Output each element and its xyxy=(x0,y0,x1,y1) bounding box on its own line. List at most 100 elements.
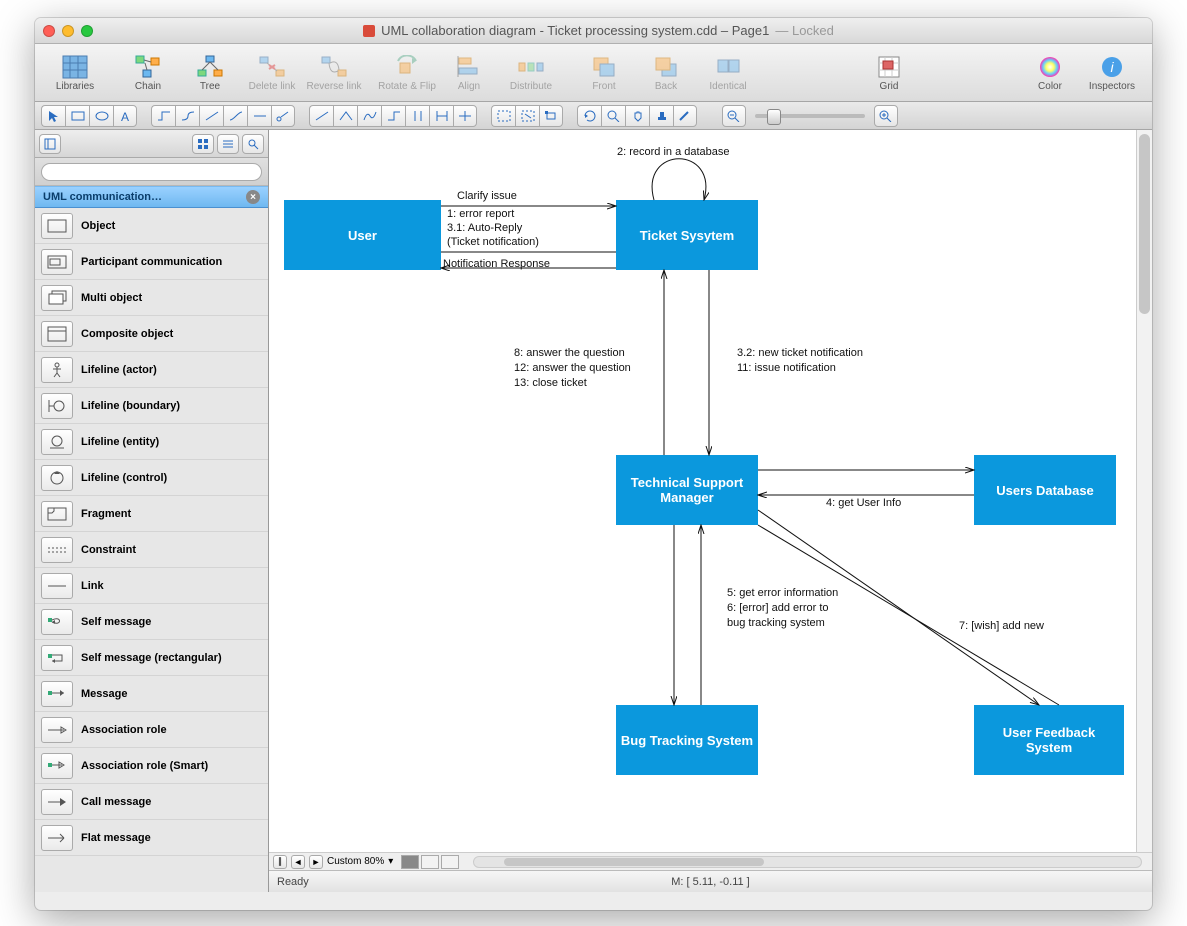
search-input[interactable] xyxy=(41,163,262,181)
sb-tab-1[interactable] xyxy=(39,134,61,154)
zoom-slider[interactable] xyxy=(755,114,865,118)
close-library-icon[interactable]: × xyxy=(246,190,260,204)
tb-tree[interactable]: Tree xyxy=(180,53,240,92)
library-item[interactable]: Lifeline (boundary) xyxy=(35,388,268,424)
sb-tab-grid[interactable] xyxy=(192,134,214,154)
conn-6[interactable] xyxy=(271,105,295,127)
tb-align[interactable]: Align xyxy=(439,53,499,92)
grid-icon xyxy=(61,53,89,81)
library-item[interactable]: Message xyxy=(35,676,268,712)
pointer-tool[interactable] xyxy=(41,105,65,127)
library-thumb xyxy=(41,357,73,383)
library-item[interactable]: Multi object xyxy=(35,280,268,316)
tb-back[interactable]: Back xyxy=(636,53,696,92)
library-item[interactable]: Call message xyxy=(35,784,268,820)
page-tab-2[interactable] xyxy=(421,855,439,869)
page-tab-3[interactable] xyxy=(441,855,459,869)
library-item[interactable]: Participant communication xyxy=(35,244,268,280)
node-bug[interactable]: Bug Tracking System xyxy=(616,705,758,775)
line-2[interactable] xyxy=(333,105,357,127)
tb-inspectors[interactable]: iInspectors xyxy=(1082,53,1142,92)
bottom-bar: ∥ ◄ ► Custom 80% ▾ xyxy=(269,852,1152,870)
tb-identical[interactable]: Identical xyxy=(698,53,758,92)
zoom-icon[interactable] xyxy=(81,25,93,37)
zoom-tool[interactable] xyxy=(601,105,625,127)
line-5[interactable] xyxy=(405,105,429,127)
reverse-link-icon xyxy=(320,53,348,81)
rect-tool[interactable] xyxy=(65,105,89,127)
library-item[interactable]: Flat message xyxy=(35,820,268,856)
library-thumb xyxy=(41,213,73,239)
page-tabs xyxy=(401,855,459,869)
page-prev[interactable]: ◄ xyxy=(291,855,305,869)
library-item[interactable]: Association role (Smart) xyxy=(35,748,268,784)
library-item[interactable]: Self message xyxy=(35,604,268,640)
library-title-row[interactable]: UML communication… × xyxy=(35,186,268,208)
node-usersdb[interactable]: Users Database xyxy=(974,455,1116,525)
conn-3[interactable] xyxy=(199,105,223,127)
pan-tool[interactable] xyxy=(625,105,649,127)
library-item[interactable]: Self message (rectangular) xyxy=(35,640,268,676)
conn-2[interactable] xyxy=(175,105,199,127)
page-tab-1[interactable] xyxy=(401,855,419,869)
text-tool[interactable]: A xyxy=(113,105,137,127)
page-pause[interactable]: ∥ xyxy=(273,855,287,869)
library-item[interactable]: Lifeline (entity) xyxy=(35,424,268,460)
line-3[interactable] xyxy=(357,105,381,127)
stamp-tool[interactable] xyxy=(649,105,673,127)
tb-reverselink[interactable]: Reverse link xyxy=(304,53,364,92)
library-item[interactable]: Lifeline (control) xyxy=(35,460,268,496)
tb-distribute[interactable]: Distribute xyxy=(501,53,561,92)
close-icon[interactable] xyxy=(43,25,55,37)
canvas[interactable]: User Ticket Sysytem Technical Support Ma… xyxy=(269,130,1136,852)
library-item-label: Lifeline (actor) xyxy=(81,364,157,376)
tb-grid[interactable]: Grid xyxy=(859,53,919,92)
node-tsm[interactable]: Technical Support Manager xyxy=(616,455,758,525)
edit-tool[interactable] xyxy=(673,105,697,127)
tb-rotateflip[interactable]: Rotate & Flip xyxy=(377,53,437,92)
conn-5[interactable] xyxy=(247,105,271,127)
library-item[interactable]: Composite object xyxy=(35,316,268,352)
tb-libraries[interactable]: Libraries xyxy=(45,53,105,92)
library-item[interactable]: Lifeline (actor) xyxy=(35,352,268,388)
library-item[interactable]: Fragment xyxy=(35,496,268,532)
conn-1[interactable] xyxy=(151,105,175,127)
line-7[interactable] xyxy=(453,105,477,127)
document-icon xyxy=(363,25,375,37)
horizontal-scrollbar[interactable] xyxy=(473,856,1142,868)
library-item[interactable]: Constraint xyxy=(35,532,268,568)
rotate-icon xyxy=(393,53,421,81)
lbl-32: 3.2: new ticket notification xyxy=(737,347,863,359)
tb-deletelink[interactable]: Delete link xyxy=(242,53,302,92)
zoom-in-tool[interactable] xyxy=(874,105,898,127)
tb-front[interactable]: Front xyxy=(574,53,634,92)
tb-color[interactable]: Color xyxy=(1020,53,1080,92)
zoom-dropdown-icon[interactable]: ▾ xyxy=(388,856,393,867)
zoom-label[interactable]: Custom 80% xyxy=(327,856,384,867)
node-ufs[interactable]: User Feedback System xyxy=(974,705,1124,775)
line-6[interactable] xyxy=(429,105,453,127)
minimize-icon[interactable] xyxy=(62,25,74,37)
library-item[interactable]: Link xyxy=(35,568,268,604)
sel-1[interactable] xyxy=(491,105,515,127)
lbl-7: 7: [wish] add new xyxy=(959,620,1044,632)
sel-3[interactable] xyxy=(539,105,563,127)
refresh-tool[interactable] xyxy=(577,105,601,127)
back-icon xyxy=(652,53,680,81)
zoom-out-tool[interactable] xyxy=(722,105,746,127)
tb-chain[interactable]: Chain xyxy=(118,53,178,92)
sb-tab-list[interactable] xyxy=(217,134,239,154)
line-4[interactable] xyxy=(381,105,405,127)
library-item-label: Association role (Smart) xyxy=(81,760,208,772)
node-ticket[interactable]: Ticket Sysytem xyxy=(616,200,758,270)
node-user[interactable]: User xyxy=(284,200,441,270)
vertical-scrollbar[interactable] xyxy=(1136,130,1152,852)
sel-2[interactable] xyxy=(515,105,539,127)
conn-4[interactable] xyxy=(223,105,247,127)
ellipse-tool[interactable] xyxy=(89,105,113,127)
library-item[interactable]: Association role xyxy=(35,712,268,748)
library-item[interactable]: Object xyxy=(35,208,268,244)
sb-tab-search[interactable] xyxy=(242,134,264,154)
line-1[interactable] xyxy=(309,105,333,127)
page-next[interactable]: ► xyxy=(309,855,323,869)
